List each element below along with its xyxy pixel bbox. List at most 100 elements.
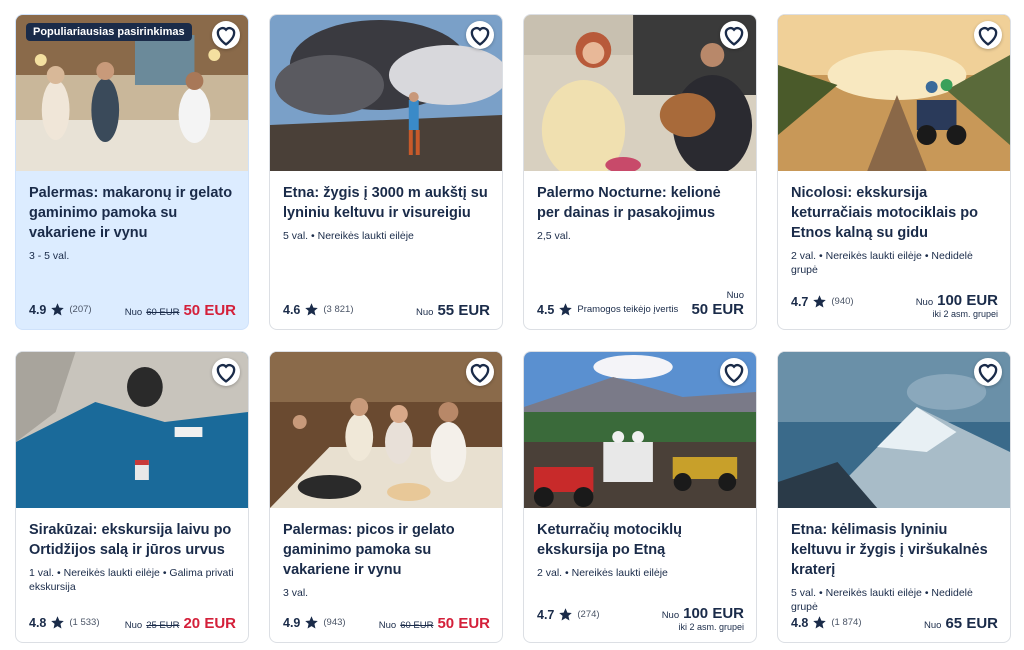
price: Nuo 100 EUR iki 2 asm. grupei bbox=[916, 292, 998, 319]
rating-count: (1 874) bbox=[831, 617, 862, 628]
old-price: 25 EUR bbox=[146, 620, 180, 631]
price-from: Nuo bbox=[416, 307, 434, 318]
activity-grid: Populiariausias pasirinkimas Palermas: m… bbox=[0, 0, 1024, 650]
price-from: Nuo bbox=[726, 290, 744, 301]
price: Nuo 50 EUR bbox=[691, 290, 744, 319]
activity-card[interactable]: Sirakūzai: ekskursija laivu po Ortidžijo… bbox=[15, 351, 249, 643]
wishlist-button[interactable] bbox=[974, 21, 1002, 49]
price: Nuo 60 EUR 50 EUR bbox=[125, 302, 236, 319]
activity-title[interactable]: Sirakūzai: ekskursija laivu po Ortidžijo… bbox=[29, 520, 236, 560]
rating: 4.8 (1 533) bbox=[29, 615, 100, 630]
activity-title[interactable]: Etna: žygis į 3000 m aukštį su lyniniu k… bbox=[283, 183, 490, 223]
star-icon bbox=[51, 303, 65, 316]
activity-title[interactable]: Palermas: picos ir gelato gaminimo pamok… bbox=[283, 520, 490, 580]
activity-title[interactable]: Etna: kėlimasis lyniniu keltuvu ir žygis… bbox=[791, 520, 998, 580]
heart-icon bbox=[978, 27, 998, 46]
rating-score: 4.9 bbox=[29, 302, 47, 317]
price-from: Nuo bbox=[661, 610, 680, 621]
price-from: Nuo bbox=[924, 620, 942, 631]
activity-title[interactable]: Palermas: makaronų ir gelato gaminimo pa… bbox=[29, 183, 236, 243]
price: Nuo 65 EUR bbox=[924, 615, 998, 632]
activity-photo[interactable] bbox=[778, 352, 1010, 508]
activity-card[interactable]: Palermas: picos ir gelato gaminimo pamok… bbox=[269, 351, 503, 643]
price: Nuo 100 EUR iki 2 asm. grupei bbox=[662, 605, 744, 632]
old-price: 60 EUR bbox=[400, 620, 434, 631]
activity-photo[interactable] bbox=[270, 15, 502, 171]
price: Nuo 60 EUR 50 EUR bbox=[379, 615, 490, 632]
heart-icon bbox=[724, 27, 744, 46]
activity-photo[interactable] bbox=[270, 352, 502, 508]
activity-meta: 2,5 val. bbox=[537, 230, 571, 242]
rating: 4.9 (943) bbox=[283, 615, 346, 630]
activity-photo[interactable] bbox=[16, 352, 248, 508]
current-price: 50 EUR bbox=[437, 615, 490, 632]
rating-score: 4.6 bbox=[283, 302, 301, 317]
activity-meta: 5 val. • Nereikės laukti eilėje bbox=[283, 230, 414, 242]
price-group-note: iki 2 asm. grupei bbox=[678, 622, 744, 632]
star-icon bbox=[559, 608, 573, 621]
star-icon bbox=[813, 295, 827, 308]
rating-score: 4.7 bbox=[537, 607, 555, 622]
rating-count: (940) bbox=[831, 296, 854, 307]
activity-title[interactable]: Keturračių motociklų ekskursija po Etną bbox=[537, 520, 744, 560]
star-icon bbox=[51, 616, 65, 629]
heart-icon bbox=[216, 27, 236, 46]
wishlist-button[interactable] bbox=[466, 358, 494, 386]
price: Nuo 25 EUR 20 EUR bbox=[125, 615, 236, 632]
wishlist-button[interactable] bbox=[974, 358, 1002, 386]
rating-count: (207) bbox=[69, 304, 92, 315]
activity-card[interactable]: Etna: žygis į 3000 m aukštį su lyniniu k… bbox=[269, 14, 503, 330]
activity-meta: 1 val. • Nereikės laukti eilėje • Galima… bbox=[29, 567, 234, 593]
heart-icon bbox=[470, 364, 490, 383]
activity-card[interactable]: Etna: kėlimasis lyniniu keltuvu ir žygis… bbox=[777, 351, 1011, 643]
activity-photo[interactable] bbox=[524, 15, 756, 171]
price-group-note: iki 2 asm. grupei bbox=[932, 309, 998, 319]
rating-count: (3 821) bbox=[323, 304, 354, 315]
activity-card[interactable]: Keturračių motociklų ekskursija po Etną … bbox=[523, 351, 757, 643]
activity-card[interactable]: Palermo Nocturne: kelionė per dainas ir … bbox=[523, 14, 757, 330]
current-price: 100 EUR bbox=[937, 292, 998, 309]
rating: 4.7 (274) bbox=[537, 607, 600, 622]
heart-icon bbox=[978, 364, 998, 383]
current-price: 65 EUR bbox=[945, 615, 998, 632]
price: Nuo 55 EUR bbox=[416, 302, 490, 319]
wishlist-button[interactable] bbox=[720, 21, 748, 49]
rating-score: 4.9 bbox=[283, 615, 301, 630]
activity-title[interactable]: Palermo Nocturne: kelionė per dainas ir … bbox=[537, 183, 744, 223]
rating: 4.5 Pramogos teikėjo įvertis bbox=[537, 302, 678, 317]
rating-score: 4.8 bbox=[791, 615, 809, 630]
activity-meta: 2 val. • Nereikės laukti eilėje bbox=[537, 567, 668, 579]
activity-title[interactable]: Nicolosi: ekskursija keturračiais motoci… bbox=[791, 183, 998, 243]
heart-icon bbox=[724, 364, 744, 383]
rating: 4.9 (207) bbox=[29, 302, 92, 317]
activity-photo[interactable]: Populiariausias pasirinkimas bbox=[16, 15, 248, 171]
star-icon bbox=[305, 303, 319, 316]
price-from: Nuo bbox=[915, 297, 934, 308]
star-icon bbox=[559, 303, 573, 316]
wishlist-button[interactable] bbox=[212, 358, 240, 386]
activity-card[interactable]: Nicolosi: ekskursija keturračiais motoci… bbox=[777, 14, 1011, 330]
rating: 4.8 (1 874) bbox=[791, 615, 862, 630]
activity-photo[interactable] bbox=[778, 15, 1010, 171]
activity-card[interactable]: Populiariausias pasirinkimas Palermas: m… bbox=[15, 14, 249, 330]
rating-score: 4.5 bbox=[537, 302, 555, 317]
star-icon bbox=[305, 616, 319, 629]
rating-score: 4.7 bbox=[791, 294, 809, 309]
wishlist-button[interactable] bbox=[720, 358, 748, 386]
activity-meta: 3 val. bbox=[283, 587, 309, 599]
heart-icon bbox=[470, 27, 490, 46]
price-from: Nuo bbox=[124, 307, 143, 318]
activity-photo[interactable] bbox=[524, 352, 756, 508]
rating-count: (1 533) bbox=[69, 617, 100, 628]
rating-count: (943) bbox=[323, 617, 346, 628]
current-price: 50 EUR bbox=[691, 301, 744, 318]
price-from: Nuo bbox=[124, 620, 143, 631]
heart-icon bbox=[216, 364, 236, 383]
wishlist-button[interactable] bbox=[212, 21, 240, 49]
wishlist-button[interactable] bbox=[466, 21, 494, 49]
rating: 4.6 (3 821) bbox=[283, 302, 354, 317]
rating-score: 4.8 bbox=[29, 615, 47, 630]
price-from: Nuo bbox=[378, 620, 397, 631]
star-icon bbox=[813, 616, 827, 629]
old-price: 60 EUR bbox=[146, 307, 180, 318]
